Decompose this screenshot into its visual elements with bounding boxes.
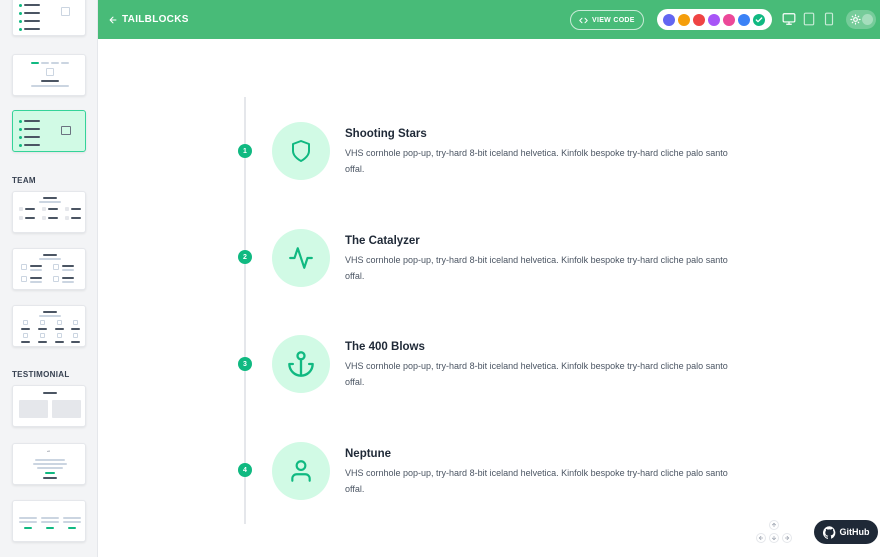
color-swatch-red[interactable]	[693, 13, 705, 26]
phone-view-icon[interactable]	[822, 12, 836, 26]
arrow-left-small-icon	[758, 535, 764, 541]
color-swatch-blue[interactable]	[738, 13, 750, 26]
back-to-tailblocks-link[interactable]: TAILBLOCKS	[108, 14, 189, 25]
step-title-1: Shooting Stars	[345, 128, 427, 140]
app: TEAM TESTIMONIAL “ TAILBLOCKS VIEW CODE …	[0, 0, 880, 557]
view-code-label: VIEW CODE	[592, 16, 635, 24]
step-number-1: 1	[238, 144, 252, 158]
color-swatch-pink[interactable]	[723, 13, 735, 26]
sidebar-thumb-testimonial-1[interactable]	[12, 385, 86, 427]
sidebar-thumb-step-1[interactable]	[12, 0, 86, 36]
arrow-up-icon	[771, 522, 777, 528]
sidebar-section-team: TEAM	[12, 176, 36, 185]
sidebar-thumb-step-2[interactable]	[12, 54, 86, 96]
step-number-2: 2	[238, 250, 252, 264]
nav-right-button[interactable]	[782, 533, 792, 543]
dark-mode-toggle[interactable]	[846, 10, 876, 29]
color-swatch-purple[interactable]	[708, 13, 720, 26]
arrow-right-icon	[784, 535, 790, 541]
sidebar: TEAM TESTIMONIAL “	[0, 0, 98, 557]
step-icon-circle-1	[272, 122, 330, 180]
arrow-left-icon	[109, 16, 117, 23]
shield-icon	[292, 140, 310, 162]
sun-icon	[850, 14, 861, 25]
github-icon	[822, 525, 835, 539]
nav-down-button[interactable]	[769, 533, 779, 543]
arrow-down-icon	[771, 535, 777, 541]
color-swatch-green-selected[interactable]	[753, 13, 765, 26]
step-number-4: 4	[238, 463, 252, 477]
step-desc-1: VHS cornhole pop-up, try-hard 8-bit icel…	[345, 148, 728, 174]
github-button[interactable]: GitHub	[814, 520, 878, 544]
step-number-3: 3	[238, 357, 252, 371]
sidebar-thumb-team-3[interactable]	[12, 305, 86, 347]
topbar: TAILBLOCKS VIEW CODE	[98, 0, 880, 39]
nav-left-button[interactable]	[756, 533, 766, 543]
anchor-icon	[288, 351, 314, 377]
code-icon	[579, 17, 588, 23]
brand-label: TAILBLOCKS	[122, 14, 189, 25]
view-code-button[interactable]: VIEW CODE	[570, 10, 644, 30]
sidebar-thumb-testimonial-3[interactable]	[12, 500, 86, 542]
step-icon-circle-2	[272, 229, 330, 287]
check-icon	[755, 16, 763, 22]
step-desc-2: VHS cornhole pop-up, try-hard 8-bit icel…	[345, 255, 728, 281]
nav-up-button[interactable]	[769, 520, 779, 530]
timeline-line	[244, 97, 246, 524]
sidebar-thumb-step-3[interactable]	[12, 110, 86, 152]
step-title-2: The Catalyzer	[345, 235, 420, 247]
step-icon-circle-4	[272, 442, 330, 500]
user-icon	[291, 460, 311, 482]
sidebar-thumb-testimonial-2[interactable]: “	[12, 443, 86, 485]
step-icon-circle-3	[272, 335, 330, 393]
activity-icon	[289, 247, 313, 269]
sidebar-thumb-team-1[interactable]	[12, 191, 86, 233]
step-desc-3: VHS cornhole pop-up, try-hard 8-bit icel…	[345, 361, 728, 387]
toggle-knob	[862, 14, 873, 25]
sidebar-section-testimonial: TESTIMONIAL	[12, 370, 70, 379]
step-title-4: Neptune	[345, 448, 391, 460]
tablet-view-icon[interactable]	[802, 12, 816, 26]
step-desc-4: VHS cornhole pop-up, try-hard 8-bit icel…	[345, 468, 728, 494]
color-swatch-yellow[interactable]	[678, 13, 690, 26]
color-swatch-indigo[interactable]	[663, 13, 675, 26]
github-label: GitHub	[839, 527, 870, 537]
desktop-view-icon[interactable]	[782, 12, 796, 26]
sidebar-thumb-team-2[interactable]	[12, 248, 86, 290]
color-palette	[657, 9, 772, 30]
step-title-3: The 400 Blows	[345, 341, 425, 353]
